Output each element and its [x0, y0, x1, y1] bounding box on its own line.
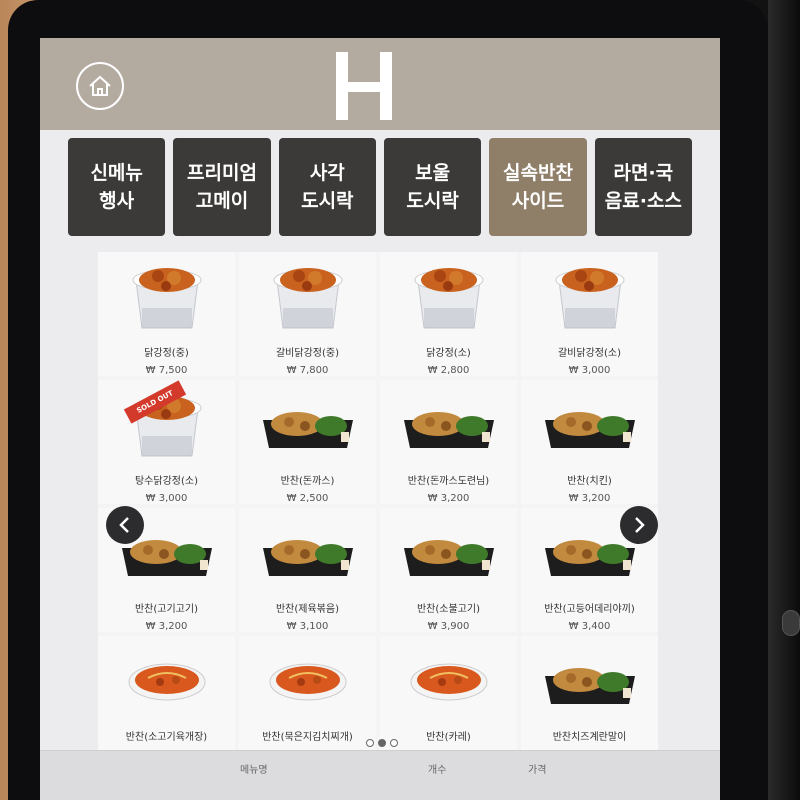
side-knob — [782, 610, 800, 636]
col-menu-name: 메뉴명 — [240, 765, 268, 776]
tab-label: 행사 — [99, 190, 135, 212]
tab-label: 신메뉴 — [90, 162, 143, 184]
chevron-left-icon — [119, 517, 129, 533]
menu-item[interactable]: 반찬(돈까스) ₩ 2,500 — [239, 380, 376, 504]
menu-item-price: ₩ 3,400 — [568, 621, 611, 632]
menu-item-price: ₩ 3,200 — [568, 493, 611, 504]
menu-item-name: 닭강정(소) — [426, 348, 471, 359]
menu-item-image — [390, 258, 508, 332]
menu-item[interactable]: 갈비닭강정(중) ₩ 7,800 — [239, 252, 376, 376]
category-tabs: 신메뉴 행사 프리미엄 고메이 사각 도시락 보울 도시락 실속반찬 사이드 라… — [68, 138, 692, 242]
menu-item-price: ₩ 2,500 — [286, 493, 329, 504]
kiosk-side-panel — [768, 0, 800, 800]
tab-label: 도시락 — [301, 190, 354, 212]
page-indicator — [366, 739, 398, 747]
menu-grid: 닭강정(중) ₩ 7,500 갈비닭강정(중) ₩ 7,800 닭강정(소) ₩ 2,80… — [98, 252, 658, 760]
tab-label: 보울 — [415, 162, 451, 184]
menu-item-image: SOLD OUT — [108, 380, 226, 460]
home-button[interactable] — [76, 62, 124, 110]
tab-new-menu[interactable]: 신메뉴 행사 — [68, 138, 166, 236]
menu-item-name: 반찬(소불고기) — [416, 604, 480, 615]
menu-item[interactable]: 닭강정(소) ₩ 2,800 — [380, 252, 517, 376]
tab-square-lunchbox[interactable]: 사각 도시락 — [278, 138, 376, 236]
h-logo-icon — [336, 52, 392, 120]
tab-label: 라면·국 — [613, 162, 674, 184]
menu-item-name: 갈비닭강정(소) — [557, 348, 621, 359]
menu-item-price: ₩ 3,200 — [427, 493, 470, 504]
menu-item-name: 갈비닭강정(중) — [275, 348, 339, 359]
menu-item-name: 반찬(고기고기) — [134, 604, 198, 615]
prev-page-button[interactable] — [106, 506, 144, 544]
tab-side-dishes[interactable]: 실속반찬 사이드 — [489, 138, 587, 236]
menu-item-name: 반찬(치킨) — [567, 476, 612, 487]
tab-label: 사이드 — [511, 190, 565, 212]
menu-item[interactable]: 반찬(카레)₩ 2,400 — [380, 636, 517, 760]
menu-item-image — [249, 258, 367, 332]
menu-item-price: ₩ 3,000 — [568, 365, 611, 376]
page-dot-current[interactable] — [378, 739, 386, 747]
col-quantity: 개수 — [428, 765, 447, 776]
chevron-right-icon — [635, 517, 645, 533]
next-page-button[interactable] — [620, 506, 658, 544]
menu-item[interactable]: 갈비닭강정(소) ₩ 3,000 — [521, 252, 658, 376]
menu-item-price: ₩ 3,200 — [145, 621, 188, 632]
menu-item-image — [249, 386, 367, 460]
menu-item-price: ₩ 3,000 — [145, 493, 188, 504]
tab-ramen-drinks[interactable]: 라면·국 음료·소스 — [594, 138, 692, 236]
menu-item-price: ₩ 3,100 — [286, 621, 329, 632]
menu-item[interactable]: 반찬(소불고기) ₩ 3,900 — [380, 508, 517, 632]
tab-label: 실속반찬 — [503, 162, 573, 184]
menu-item[interactable]: 반찬(치킨) ₩ 3,200 — [521, 380, 658, 504]
menu-item[interactable]: 반찬(묵은지김치찌개)₩ 3,900 — [239, 636, 376, 760]
kiosk-screen: 신메뉴 행사 프리미엄 고메이 사각 도시락 보울 도시락 실속반찬 사이드 라… — [40, 38, 720, 800]
menu-item-image — [390, 386, 508, 460]
menu-item-name: 반찬(돈까스도련님) — [407, 476, 490, 487]
header-bar — [40, 38, 720, 130]
tab-label: 도시락 — [406, 190, 459, 212]
menu-item-image — [390, 642, 508, 716]
menu-item-image — [531, 642, 649, 716]
menu-item-image — [108, 642, 226, 716]
menu-item-image — [531, 386, 649, 460]
tab-label: 프리미엄 — [187, 162, 257, 184]
tab-premium[interactable]: 프리미엄 고메이 — [173, 138, 271, 236]
menu-item[interactable]: 반찬(제육볶음) ₩ 3,100 — [239, 508, 376, 632]
menu-item-name: 반찬치즈계란말이 — [552, 732, 627, 743]
menu-item[interactable]: 반찬(소고기육개장)₩ 4,100 — [98, 636, 235, 760]
menu-item-name: 반찬(제육볶음) — [275, 604, 339, 615]
tab-label: 음료·소스 — [604, 190, 682, 212]
menu-item[interactable]: 반찬치즈계란말이₩ 2,800 — [521, 636, 658, 760]
page-dot[interactable] — [366, 739, 374, 747]
menu-item-image — [531, 258, 649, 332]
order-summary-bar: 메뉴명 개수 가격 — [40, 750, 720, 800]
menu-item-name: 반찬(묵은지김치찌개) — [262, 732, 353, 743]
tab-bowl-lunchbox[interactable]: 보울 도시락 — [383, 138, 482, 236]
home-icon — [89, 75, 111, 96]
menu-item[interactable]: SOLD OUT 탕수닭강정(소) ₩ 3,000 — [98, 380, 235, 504]
menu-item-price: ₩ 2,800 — [427, 365, 470, 376]
menu-item-name: 닭강정(중) — [144, 348, 189, 359]
tab-label: 사각 — [309, 162, 345, 184]
menu-item-image — [249, 642, 367, 716]
menu-item-name: 반찬(소고기육개장) — [125, 732, 208, 743]
menu-item-name: 반찬(카레) — [426, 732, 471, 743]
menu-item-image — [108, 258, 226, 332]
menu-item-price: ₩ 3,900 — [427, 621, 470, 632]
page-dot[interactable] — [390, 739, 398, 747]
menu-item-price: ₩ 7,500 — [145, 365, 188, 376]
menu-item[interactable]: 반찬(돈까스도련님) ₩ 3,200 — [380, 380, 517, 504]
menu-item-image — [249, 514, 367, 588]
menu-item-image — [390, 514, 508, 588]
menu-item-name: 반찬(돈까스) — [280, 476, 335, 487]
col-price: 가격 — [528, 765, 547, 776]
tab-label: 고메이 — [195, 190, 249, 212]
menu-grid-area: 닭강정(중) ₩ 7,500 갈비닭강정(중) ₩ 7,800 닭강정(소) ₩ 2,80… — [98, 252, 658, 760]
menu-item-price: ₩ 7,800 — [286, 365, 329, 376]
menu-item[interactable]: 닭강정(중) ₩ 7,500 — [98, 252, 235, 376]
menu-item-name: 탕수닭강정(소) — [134, 476, 198, 487]
menu-item-name: 반찬(고등어데리야끼) — [544, 604, 635, 615]
